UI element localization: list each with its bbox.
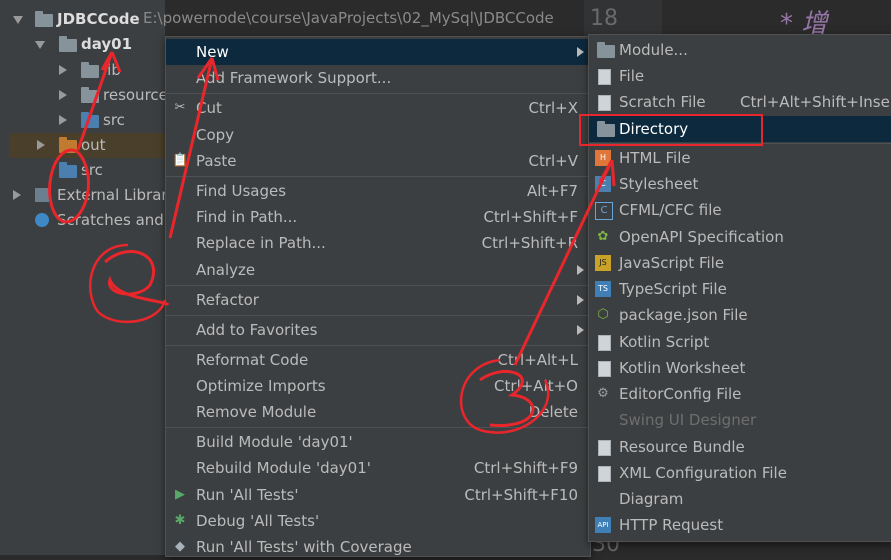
annotation-circle-2	[89, 243, 167, 324]
annotation-overlay	[48, 51, 763, 434]
annotation-mark-3	[479, 370, 535, 427]
annotation-arrow-1	[76, 51, 114, 151]
annotation-arrow-3	[513, 159, 614, 366]
annotation-mark-1	[48, 148, 91, 224]
annotation-highlight-box	[579, 114, 763, 146]
annotation-mark-2	[104, 250, 170, 307]
annotation-arrow-2	[168, 57, 214, 239]
